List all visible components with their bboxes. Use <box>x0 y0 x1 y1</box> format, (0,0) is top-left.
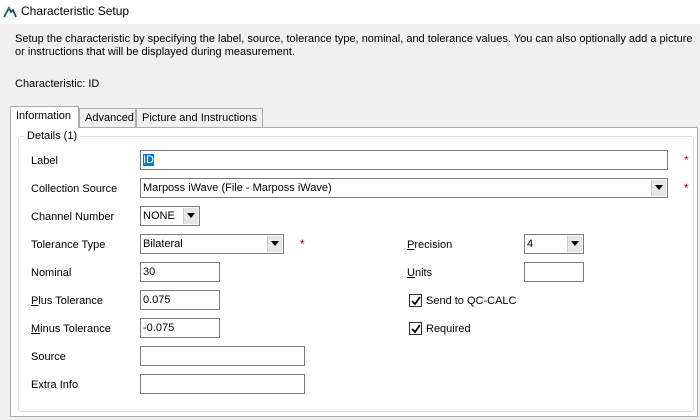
plus-tolerance-value: 0.075 <box>143 294 171 306</box>
plus-tolerance-caption: Plus Tolerance <box>31 295 103 307</box>
details-group-label: Details (1) <box>24 130 81 142</box>
plus-tolerance-input[interactable]: 0.075 <box>140 290 220 310</box>
collection-source-value: Marposs iWave (File - Marposs iWave) <box>143 182 332 194</box>
checkmark-icon <box>411 324 421 334</box>
collection-source-caption: Collection Source <box>31 183 118 195</box>
required-checkbox[interactable] <box>409 322 422 335</box>
precision-caption: Precision <box>407 239 452 251</box>
channel-number-select[interactable]: NONE <box>140 206 200 226</box>
characteristic-name: Characteristic: ID <box>15 78 100 90</box>
minus-tolerance-caption: Minus Tolerance <box>31 323 111 335</box>
app-icon <box>3 6 17 18</box>
units-accelerator: U <box>407 267 415 279</box>
tolerance-type-required-marker: * <box>300 237 305 251</box>
precision-value: 4 <box>527 238 534 250</box>
chevron-down-icon <box>271 241 279 246</box>
title-bar: Characteristic Setup <box>0 0 700 24</box>
extra-info-caption: Extra Info <box>31 379 79 391</box>
tolerance-type-dropdown-button[interactable] <box>267 236 282 252</box>
chevron-down-icon <box>571 241 579 246</box>
label-input-value: ID <box>143 154 154 166</box>
extra-info-input[interactable] <box>140 374 305 394</box>
tolerance-type-value: Bilateral <box>143 238 183 250</box>
units-caption-rest: nits <box>414 267 433 279</box>
source-caption: Source <box>31 351 66 363</box>
precision-dropdown-button[interactable] <box>567 236 582 252</box>
send-to-qc-calc-label[interactable]: Send to QC-CALC <box>426 295 516 307</box>
channel-number-dropdown-button[interactable] <box>183 208 198 224</box>
chevron-down-icon <box>655 185 663 190</box>
collection-source-required-marker: * <box>684 181 689 195</box>
chevron-down-icon <box>187 213 195 218</box>
label-required-marker: * <box>684 153 689 167</box>
checkmark-icon <box>411 296 421 306</box>
channel-number-value: NONE <box>143 210 175 222</box>
channel-number-caption: Channel Number <box>31 211 115 223</box>
tab-information[interactable]: Information <box>10 106 79 128</box>
collection-source-select[interactable]: Marposs iWave (File - Marposs iWave) <box>140 178 668 198</box>
setup-description: Setup the characteristic by specifying t… <box>15 33 693 58</box>
minus-tolerance-value: -0.075 <box>143 322 175 334</box>
tolerance-type-caption: Tolerance Type <box>31 239 106 251</box>
tab-picture-and-instructions[interactable]: Picture and Instructions <box>136 108 263 128</box>
precision-select[interactable]: 4 <box>524 234 584 254</box>
collection-source-dropdown-button[interactable] <box>651 180 666 196</box>
nominal-value: 30 <box>143 266 156 278</box>
nominal-input[interactable]: 30 <box>140 262 220 282</box>
label-caption: Label <box>31 155 58 167</box>
nominal-caption: Nominal <box>31 267 72 279</box>
plus-tolerance-caption-rest: lus Tolerance <box>38 295 103 307</box>
units-caption: Units <box>407 267 432 279</box>
minus-tolerance-caption-rest: inus Tolerance <box>40 323 111 335</box>
units-input[interactable] <box>524 262 584 282</box>
window-title: Characteristic Setup <box>21 4 130 18</box>
tab-advanced[interactable]: Advanced <box>79 108 136 128</box>
source-input[interactable] <box>140 346 305 366</box>
minus-tolerance-accelerator: M <box>31 323 41 335</box>
send-to-qc-calc-checkbox[interactable] <box>409 294 422 307</box>
label-input[interactable]: ID <box>140 150 668 170</box>
required-label[interactable]: Required <box>426 323 471 335</box>
precision-caption-rest: recision <box>414 239 453 251</box>
minus-tolerance-input[interactable]: -0.075 <box>140 318 220 338</box>
tolerance-type-select[interactable]: Bilateral <box>140 234 284 254</box>
